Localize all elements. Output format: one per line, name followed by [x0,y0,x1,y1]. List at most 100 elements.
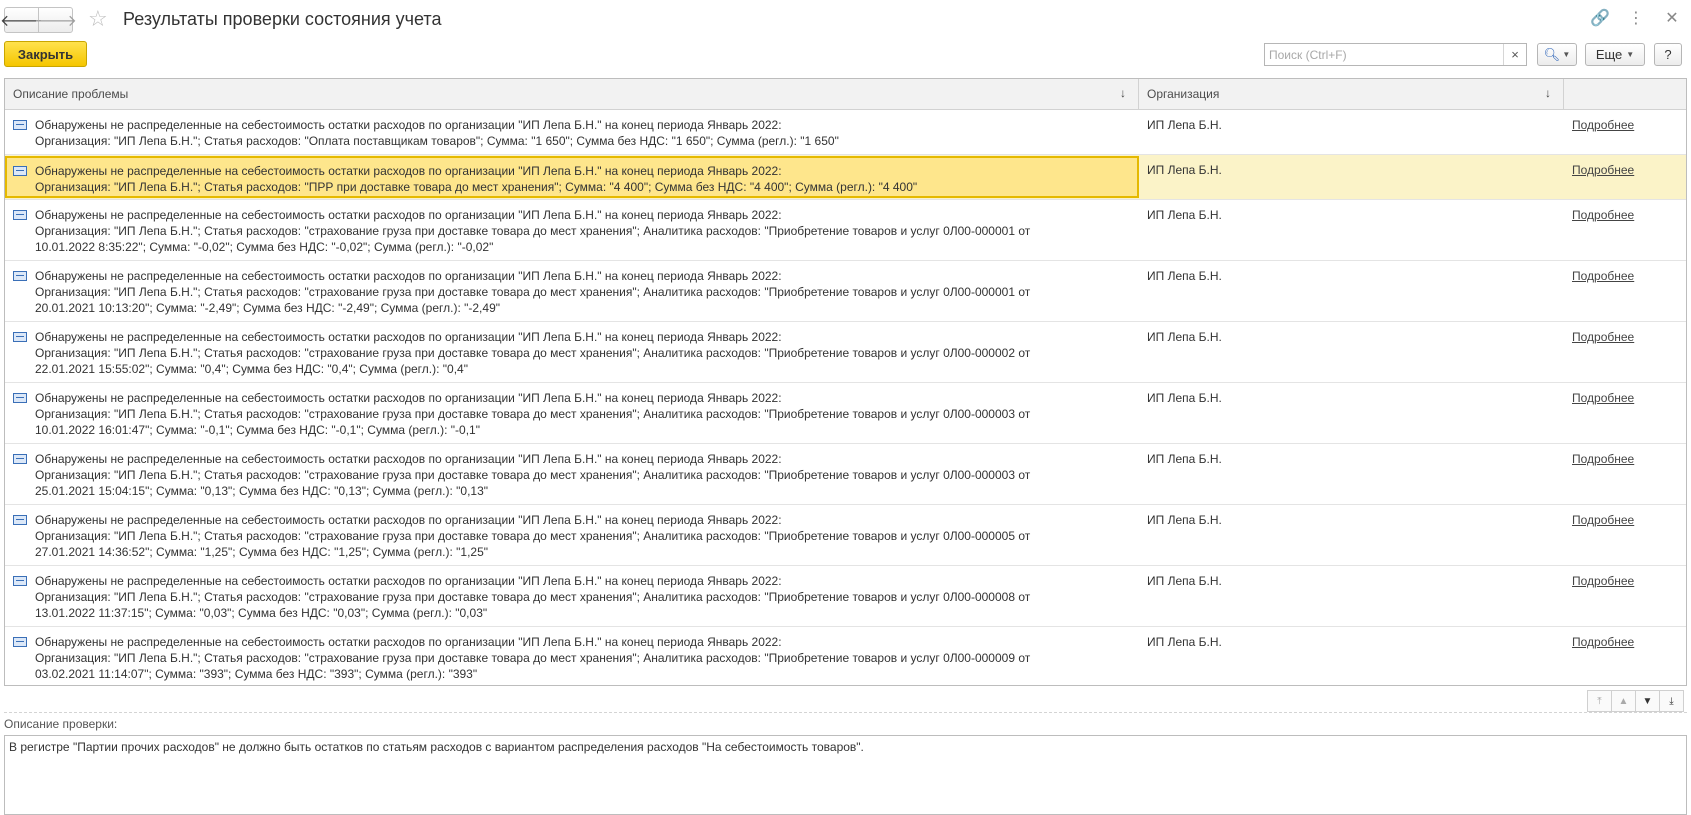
close-icon[interactable]: ✕ [1661,8,1683,28]
more-label: Еще [1595,47,1623,62]
arrow-right-icon: 🡒 [34,12,77,30]
details-link[interactable]: Подробнее [1572,574,1634,588]
table-row[interactable]: Обнаружены не распределенные на себестои… [5,627,1686,685]
description-cell: Обнаружены не распределенные на себестои… [5,383,1139,443]
message-icon [13,637,27,647]
details-link[interactable]: Подробнее [1572,635,1634,649]
details-cell: Подробнее [1564,627,1686,685]
scroll-top-icon[interactable]: ⤒ [1587,690,1612,712]
table-row[interactable]: Обнаружены не распределенные на себестои… [5,110,1686,155]
details-link[interactable]: Подробнее [1572,163,1634,177]
organization-cell: ИП Лепа Б.Н. [1147,330,1222,344]
scroll-up-icon[interactable]: ▲ [1611,690,1636,712]
problems-table: Описание проблемы ↓ Организация ↓ Обнару… [4,78,1687,686]
description-text: Обнаружены не распределенные на себестои… [35,269,1031,315]
table-row-selected[interactable]: Обнаружены не распределенные на себестои… [5,155,1686,200]
organization-cell: ИП Лепа Б.Н. [1147,452,1222,466]
description-cell: Обнаружены не распределенные на себестои… [5,444,1139,504]
message-icon [13,210,27,220]
divider [4,712,1687,713]
message-icon [13,271,27,281]
star-icon[interactable]: ☆ [88,6,108,32]
description-cell: Обнаружены не распределенные на себестои… [5,110,1139,154]
message-icon [13,166,27,176]
description-text: Обнаружены не распределенные на себестои… [35,574,1031,620]
column-header-label: Организация [1147,87,1220,101]
nav-buttons: 🡐 🡒 [0,7,77,33]
back-button[interactable]: 🡐 [0,8,43,32]
title-bar: 🡐 🡒 ☆ Результаты проверки состояния учет… [0,0,1691,38]
help-button[interactable]: ? [1654,43,1682,66]
chevron-down-icon: ▼ [1626,50,1635,59]
link-icon[interactable]: 🔗 [1589,8,1611,28]
details-link[interactable]: Подробнее [1572,118,1634,132]
details-link[interactable]: Подробнее [1572,208,1634,222]
description-text: Обнаружены не распределенные на себестои… [35,164,918,194]
details-link[interactable]: Подробнее [1572,330,1634,344]
details-cell: Подробнее [1564,444,1686,504]
description-text: Обнаружены не распределенные на себестои… [35,513,1031,559]
scroll-bottom-icon[interactable]: ⤓ [1659,690,1684,712]
message-icon [13,454,27,464]
column-header-label: Описание проблемы [13,87,129,101]
table-row[interactable]: Обнаружены не распределенные на себестои… [5,566,1686,627]
column-header-description[interactable]: Описание проблемы ↓ [5,79,1139,109]
description-text: Обнаружены не распределенные на себестои… [35,330,1031,376]
table-row[interactable]: Обнаружены не распределенные на себестои… [5,200,1686,261]
details-cell: Подробнее [1564,200,1686,260]
details-cell: Подробнее [1564,383,1686,443]
message-icon [13,515,27,525]
organization-cell: ИП Лепа Б.Н. [1147,208,1222,222]
details-link[interactable]: Подробнее [1572,269,1634,283]
search-input[interactable] [1265,44,1503,65]
magnifier-icon: 🔍︎ [1543,46,1561,62]
description-cell: Обнаружены не распределенные на себестои… [5,566,1139,626]
table-row[interactable]: Обнаружены не распределенные на себестои… [5,261,1686,322]
description-text: Обнаружены не распределенные на себестои… [35,391,1031,437]
search-button[interactable]: 🔍︎ ▼ [1537,43,1577,66]
window-actions: 🔗 ⋮ ✕ [1589,8,1683,28]
description-cell: Обнаружены не распределенные на себестои… [5,322,1139,382]
table-scroll-controls: ⤒ ▲ ▼ ⤓ [1587,690,1684,712]
close-form-button[interactable]: Закрыть [4,41,87,67]
details-cell: Подробнее [1564,566,1686,626]
column-header-organization[interactable]: Организация ↓ [1139,79,1564,109]
more-button[interactable]: Еще ▼ [1585,43,1645,66]
organization-cell: ИП Лепа Б.Н. [1147,269,1222,283]
description-text: Обнаружены не распределенные на себестои… [35,118,839,148]
organization-cell: ИП Лепа Б.Н. [1147,391,1222,405]
table-header: Описание проблемы ↓ Организация ↓ [5,79,1686,110]
message-icon [13,576,27,586]
description-text: Обнаружены не распределенные на себестои… [35,208,1031,254]
scroll-down-icon[interactable]: ▼ [1635,690,1660,712]
details-cell: Подробнее [1564,110,1686,154]
organization-cell: ИП Лепа Б.Н. [1147,163,1222,177]
details-cell: Подробнее [1564,155,1686,199]
page-title: Результаты проверки состояния учета [123,9,442,29]
forward-button[interactable]: 🡒 [34,8,77,32]
details-link[interactable]: Подробнее [1572,513,1634,527]
more-vertical-icon[interactable]: ⋮ [1625,8,1647,28]
details-cell: Подробнее [1564,505,1686,565]
details-link[interactable]: Подробнее [1572,452,1634,466]
check-description-label: Описание проверки: [4,717,118,731]
description-cell: Обнаружены не распределенные на себестои… [5,200,1139,260]
sort-down-icon: ↓ [1120,86,1126,100]
table-row[interactable]: Обнаружены не распределенные на себестои… [5,322,1686,383]
sort-down-icon: ↓ [1545,86,1551,100]
table-row[interactable]: Обнаружены не распределенные на себестои… [5,383,1686,444]
description-cell: Обнаружены не распределенные на себестои… [5,156,1139,198]
description-text: Обнаружены не распределенные на себестои… [35,452,1031,498]
table-row[interactable]: Обнаружены не распределенные на себестои… [5,505,1686,566]
description-cell: Обнаружены не распределенные на себестои… [5,261,1139,321]
check-description-field[interactable]: В регистре "Партии прочих расходов" не д… [4,735,1687,815]
organization-cell: ИП Лепа Б.Н. [1147,574,1222,588]
chevron-down-icon: ▼ [1560,50,1571,59]
details-cell: Подробнее [1564,322,1686,382]
organization-cell: ИП Лепа Б.Н. [1147,513,1222,527]
details-link[interactable]: Подробнее [1572,391,1634,405]
column-header-actions [1564,79,1686,109]
search-clear-button[interactable]: × [1503,44,1526,65]
table-row[interactable]: Обнаружены не распределенные на себестои… [5,444,1686,505]
organization-cell: ИП Лепа Б.Н. [1147,118,1222,132]
